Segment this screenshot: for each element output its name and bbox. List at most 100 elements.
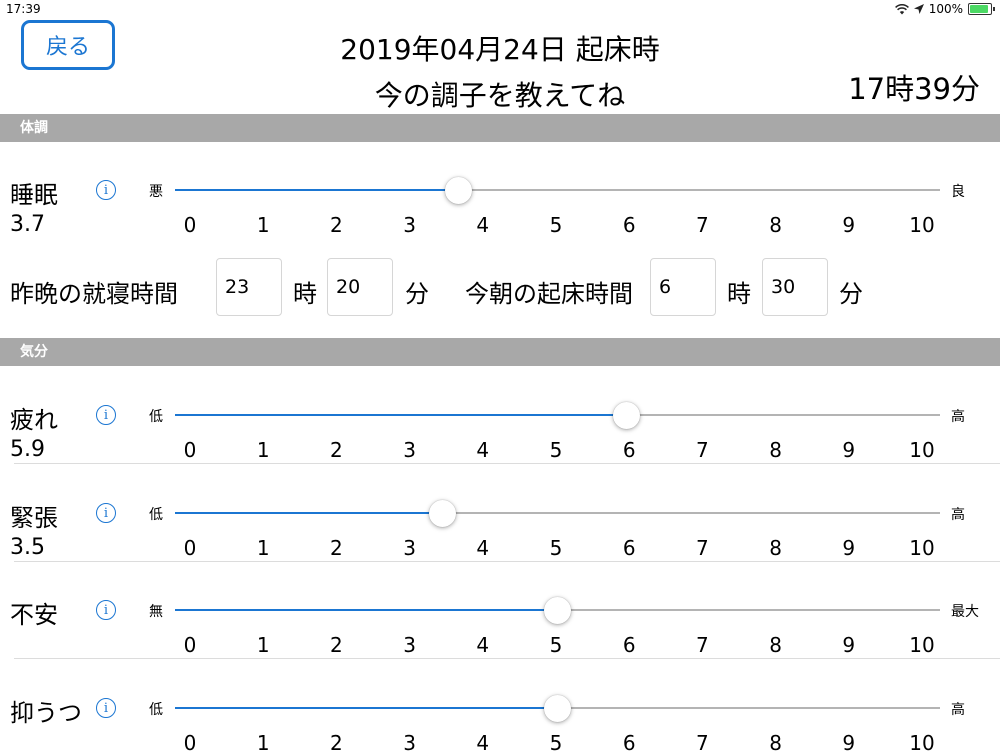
sleep-slider-fill <box>175 189 459 191</box>
fatigue-min-label: 低 <box>149 409 163 425</box>
depression-min-label: 低 <box>149 702 163 718</box>
sleep-slider-thumb[interactable] <box>444 176 472 204</box>
sleep-tick-label: 2 <box>330 213 343 237</box>
sleep-value: 3.7 <box>10 212 45 237</box>
anxiety-tick-label: 3 <box>403 633 416 657</box>
bedtime-label: 昨晩の就寝時間 <box>10 280 178 308</box>
depression-tick-label: 5 <box>549 731 563 755</box>
bedtime-minute-input[interactable]: 20 <box>327 258 393 316</box>
section-header-mood: 気分 <box>0 338 1000 366</box>
fatigue-slider-thumb[interactable] <box>612 401 640 429</box>
tension-info-icon[interactable]: i <box>96 503 116 523</box>
sleep-slider-track[interactable] <box>175 189 940 191</box>
tension-tick-label: 4 <box>476 536 490 560</box>
back-button[interactable]: 戻る <box>21 20 115 70</box>
anxiety-slider-thumb[interactable] <box>544 596 571 624</box>
fatigue-slider-fill <box>175 414 627 416</box>
anxiety-label: 不安 <box>10 601 58 629</box>
sleep-max-label: 良 <box>951 184 965 200</box>
location-icon <box>913 4 924 14</box>
battery-percent: 100% <box>928 2 963 16</box>
tension-tick-label: 9 <box>842 536 856 560</box>
wake-time-label: 今朝の起床時間 <box>465 280 633 308</box>
depression-tick-label: 9 <box>842 731 856 755</box>
row-divider <box>14 561 1000 562</box>
anxiety-tick-label: 1 <box>256 633 270 657</box>
status-time: 17:39 <box>6 2 41 16</box>
tension-value: 3.5 <box>10 535 45 560</box>
tension-min-label: 低 <box>149 507 163 523</box>
depression-tick-label: 0 <box>183 731 197 755</box>
fatigue-max-label: 高 <box>951 409 965 425</box>
tension-slider-thumb[interactable] <box>429 499 457 527</box>
sleep-tick-label: 8 <box>769 213 782 237</box>
wifi-icon <box>894 3 909 14</box>
sleep-label: 睡眠 <box>10 181 58 209</box>
depression-tick-label: 10 <box>909 731 935 755</box>
anxiety-tick-label: 4 <box>476 633 490 657</box>
status-right: 100% <box>894 2 995 16</box>
row-divider <box>14 463 1000 464</box>
tension-slider-track[interactable] <box>175 512 940 514</box>
depression-max-label: 高 <box>951 702 965 718</box>
bedtime-minute-unit: 分 <box>405 280 429 308</box>
tension-tick-label: 5 <box>549 536 563 560</box>
fatigue-info-icon[interactable]: i <box>96 405 116 425</box>
sleep-min-label: 悪 <box>149 184 163 200</box>
wake-hour-unit: 時 <box>727 280 751 308</box>
sleep-tick-label: 1 <box>256 213 270 237</box>
section-header-physical: 体調 <box>0 114 1000 142</box>
fatigue-label: 疲れ <box>10 406 58 434</box>
bedtime-hour-input[interactable]: 23 <box>216 258 282 316</box>
fatigue-value: 5.9 <box>10 437 45 462</box>
sleep-tick-label: 3 <box>403 213 416 237</box>
page-title-date: 2019年04月24日 起床時 <box>340 33 660 66</box>
sleep-info-icon[interactable]: i <box>96 180 116 200</box>
wake-hour-input[interactable]: 6 <box>650 258 716 316</box>
bedtime-hour-unit: 時 <box>293 280 317 308</box>
depression-slider-thumb[interactable] <box>544 694 571 722</box>
tension-tick-label: 7 <box>696 536 709 560</box>
fatigue-tick-label: 10 <box>909 438 935 462</box>
depression-info-icon[interactable]: i <box>96 698 116 718</box>
anxiety-tick-label: 10 <box>909 633 935 657</box>
anxiety-tick-label: 2 <box>330 633 343 657</box>
depression-slider-fill <box>175 707 558 709</box>
page-title-prompt: 今の調子を教えてね <box>374 79 626 112</box>
anxiety-slider-fill <box>175 609 558 611</box>
anxiety-max-label: 最大 <box>951 604 979 620</box>
depression-tick-label: 4 <box>476 731 490 755</box>
anxiety-tick-label: 9 <box>842 633 856 657</box>
anxiety-tick-label: 7 <box>696 633 709 657</box>
anxiety-info-icon[interactable]: i <box>96 600 116 620</box>
anxiety-tick-label: 5 <box>549 633 563 657</box>
fatigue-tick-label: 3 <box>403 438 416 462</box>
wake-minute-unit: 分 <box>839 280 863 308</box>
anxiety-tick-label: 6 <box>622 633 636 657</box>
depression-tick-label: 2 <box>330 731 343 755</box>
depression-tick-label: 1 <box>256 731 270 755</box>
fatigue-tick-label: 4 <box>476 438 490 462</box>
tension-tick-label: 10 <box>909 536 935 560</box>
fatigue-tick-label: 9 <box>842 438 856 462</box>
wake-minute-input[interactable]: 30 <box>762 258 828 316</box>
fatigue-slider-track[interactable] <box>175 414 940 416</box>
anxiety-tick-label: 8 <box>769 633 782 657</box>
sleep-tick-label: 10 <box>909 213 935 237</box>
tension-tick-label: 1 <box>256 536 270 560</box>
depression-tick-label: 7 <box>696 731 709 755</box>
fatigue-tick-label: 6 <box>622 438 636 462</box>
tension-label: 緊張 <box>10 504 58 532</box>
fatigue-tick-label: 0 <box>183 438 197 462</box>
tension-tick-label: 2 <box>330 536 343 560</box>
tension-tick-label: 3 <box>403 536 416 560</box>
tension-tick-label: 0 <box>183 536 197 560</box>
fatigue-tick-label: 2 <box>330 438 343 462</box>
tension-tick-label: 8 <box>769 536 782 560</box>
sleep-tick-label: 0 <box>183 213 197 237</box>
depression-tick-label: 6 <box>622 731 636 755</box>
sleep-tick-label: 7 <box>696 213 709 237</box>
depression-tick-label: 3 <box>403 731 416 755</box>
sleep-tick-label: 9 <box>842 213 856 237</box>
depression-tick-label: 8 <box>769 731 782 755</box>
